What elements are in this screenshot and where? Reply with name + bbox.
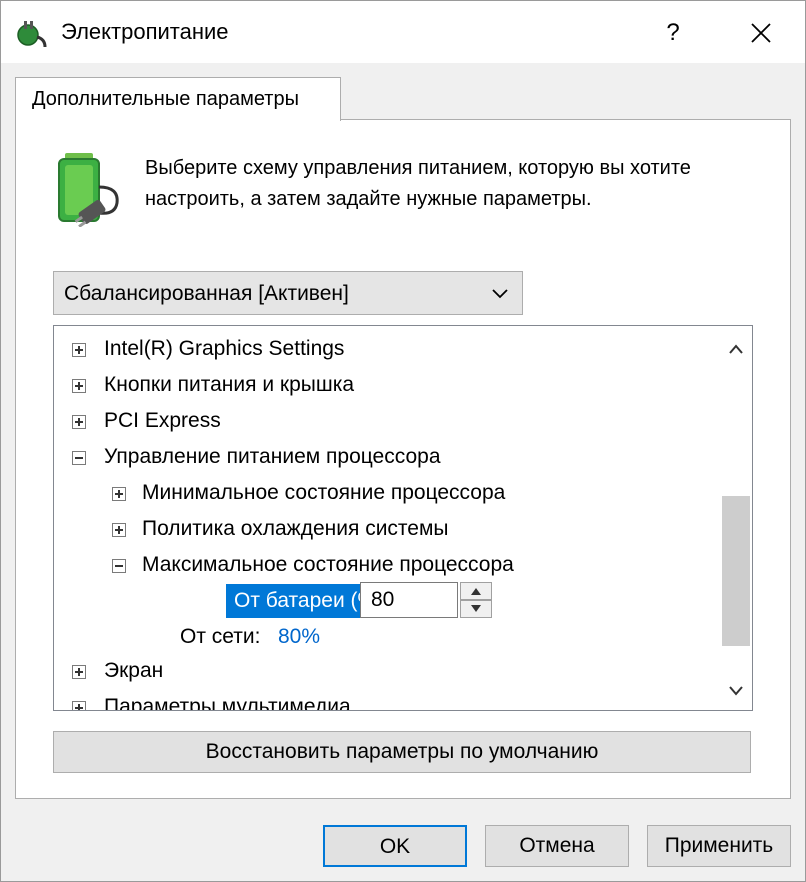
tab-advanced-settings[interactable]: Дополнительные параметры [15,77,341,121]
scroll-thumb[interactable] [722,496,750,646]
expand-plus-icon[interactable] [112,487,126,501]
expand-plus-icon[interactable] [72,343,86,357]
expand-plus-icon[interactable] [72,665,86,679]
close-icon [751,23,771,43]
settings-tree[interactable]: Intel(R) Graphics Settings Кнопки питани… [53,325,753,711]
ac-setting-value[interactable]: 80% [278,620,320,654]
expand-plus-icon[interactable] [72,379,86,393]
power-plan-select[interactable]: Сбалансированная [Активен] [53,271,523,315]
help-button[interactable]: ? [653,13,693,53]
tree-scrollbar[interactable] [720,326,752,710]
triangle-up-icon [471,588,481,595]
collapse-minus-icon[interactable] [112,559,126,573]
chevron-down-icon [729,686,743,696]
tree-item-label: Минимальное состояние процессора [142,481,506,504]
description-text: Выберите схему управления питанием, кото… [145,157,691,210]
battery-value-input[interactable]: 80 [360,582,458,618]
expand-plus-icon[interactable] [112,523,126,537]
triangle-down-icon [471,605,481,612]
ac-setting-label: От сети: [180,625,261,648]
tree-item-label: Кнопки питания и крышка [104,373,355,396]
tree-item-label: Политика охлаждения системы [142,517,449,540]
power-options-dialog: Электропитание ? Дополнительные параметр… [0,0,806,882]
tree-item-label: Intel(R) Graphics Settings [104,337,345,360]
chevron-down-icon [492,289,508,299]
apply-button[interactable]: Применить [647,825,791,867]
title-bar: Электропитание ? [1,1,805,63]
collapse-minus-icon[interactable] [72,451,86,465]
tree-item-label: Параметры мультимедиа [104,695,351,711]
ok-button[interactable]: OK [323,825,467,867]
expand-plus-icon[interactable] [72,701,86,710]
expand-plus-icon[interactable] [72,415,86,429]
tree-item-label: Управление питанием процессора [104,445,441,468]
spin-up-button[interactable] [460,582,492,600]
tree-item-label: Максимальное состояние процессора [142,553,514,576]
cancel-button[interactable]: Отмена [485,825,629,867]
tree-item-label: Экран [104,659,164,682]
battery-plug-icon [58,153,119,227]
chevron-up-icon [729,344,743,354]
battery-value-spinner[interactable] [460,582,492,618]
window-title: Электропитание [61,19,229,44]
scroll-up-button[interactable] [720,334,752,364]
close-button[interactable] [741,13,781,53]
tree-item-label: PCI Express [104,409,221,432]
power-plan-value: Сбалансированная [Активен] [64,282,349,305]
spin-down-button[interactable] [460,600,492,618]
scroll-down-button[interactable] [720,676,752,706]
restore-defaults-button[interactable]: Восстановить параметры по умолчанию [53,731,751,773]
power-plug-icon [17,21,47,48]
